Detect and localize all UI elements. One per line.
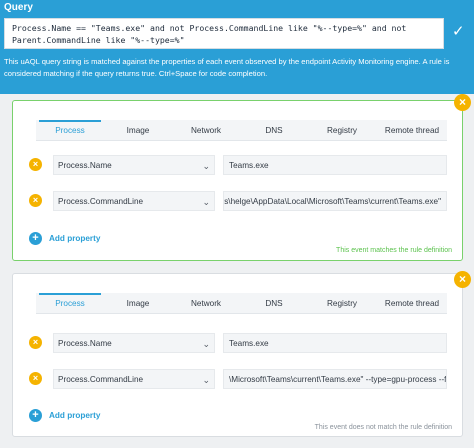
tab-registry[interactable]: Registry [308, 293, 376, 314]
plus-icon: + [29, 409, 42, 422]
property-name: Process.Name [58, 161, 112, 170]
chevron-down-icon: ⌄ [202, 197, 210, 207]
tab-network[interactable]: Network [172, 120, 240, 141]
property-name: Process.CommandLine [58, 375, 144, 384]
check-icon: ✓ [452, 23, 465, 40]
add-property-label: Add property [49, 411, 101, 420]
remove-property-icon[interactable]: × [29, 194, 42, 207]
chevron-down-icon: ⌄ [202, 339, 210, 349]
tab-image[interactable]: Image [104, 120, 172, 141]
property-value-input[interactable]: Teams.exe [223, 155, 447, 175]
query-text[interactable]: Process.Name == "Teams.exe" and not Proc… [12, 23, 437, 46]
chevron-down-icon: ⌄ [202, 161, 210, 171]
property-select[interactable]: Process.Name ⌄ [53, 333, 215, 353]
event-card-non-matching: Process Image Network DNS Registry Remot… [12, 273, 463, 437]
property-value: Teams.exe [229, 161, 269, 170]
chevron-down-icon: ⌄ [202, 375, 210, 385]
property-value-input[interactable]: Teams.exe [223, 333, 447, 353]
property-value: ers\helge\AppData\Local\Microsoft\Teams\… [223, 197, 441, 206]
tab-remote-thread[interactable]: Remote thread [378, 293, 446, 314]
property-value-input[interactable]: ers\helge\AppData\Local\Microsoft\Teams\… [223, 191, 447, 211]
remove-property-icon[interactable]: × [29, 158, 42, 171]
property-name: Process.CommandLine [58, 197, 144, 206]
query-title: Query [4, 2, 33, 13]
tab-process[interactable]: Process [36, 293, 104, 314]
plus-icon: + [29, 232, 42, 245]
query-panel: Query Process.Name == "Teams.exe" and no… [0, 0, 474, 94]
tab-dns[interactable]: DNS [240, 120, 308, 141]
property-name: Process.Name [58, 339, 112, 348]
tab-network[interactable]: Network [172, 293, 240, 314]
tab-remote-thread[interactable]: Remote thread [378, 120, 446, 141]
tab-process[interactable]: Process [36, 120, 104, 141]
property-select[interactable]: Process.CommandLine ⌄ [53, 191, 215, 211]
property-value: Teams.exe [229, 339, 269, 348]
add-property-label: Add property [49, 234, 101, 243]
close-icon[interactable]: × [454, 271, 471, 288]
remove-property-icon[interactable]: × [29, 336, 42, 349]
event-tabs: Process Image Network DNS Registry Remot… [36, 120, 447, 141]
tab-dns[interactable]: DNS [240, 293, 308, 314]
tab-registry[interactable]: Registry [308, 120, 376, 141]
query-help-text: This uAQL query string is matched agains… [4, 57, 450, 78]
tab-image[interactable]: Image [104, 293, 172, 314]
event-tabs: Process Image Network DNS Registry Remot… [36, 293, 447, 314]
property-select[interactable]: Process.CommandLine ⌄ [53, 369, 215, 389]
event-card-matching: Process Image Network DNS Registry Remot… [12, 100, 463, 261]
match-status: This event matches the rule definition [336, 247, 452, 254]
match-status: This event does not match the rule defin… [314, 424, 452, 431]
query-input[interactable]: Process.Name == "Teams.exe" and not Proc… [4, 18, 444, 49]
property-value: \Microsoft\Teams\current\Teams.exe" --ty… [229, 375, 447, 384]
remove-property-icon[interactable]: × [29, 372, 42, 385]
close-icon[interactable]: × [454, 94, 471, 111]
property-value-input[interactable]: \Microsoft\Teams\current\Teams.exe" --ty… [223, 369, 447, 389]
property-select[interactable]: Process.Name ⌄ [53, 155, 215, 175]
